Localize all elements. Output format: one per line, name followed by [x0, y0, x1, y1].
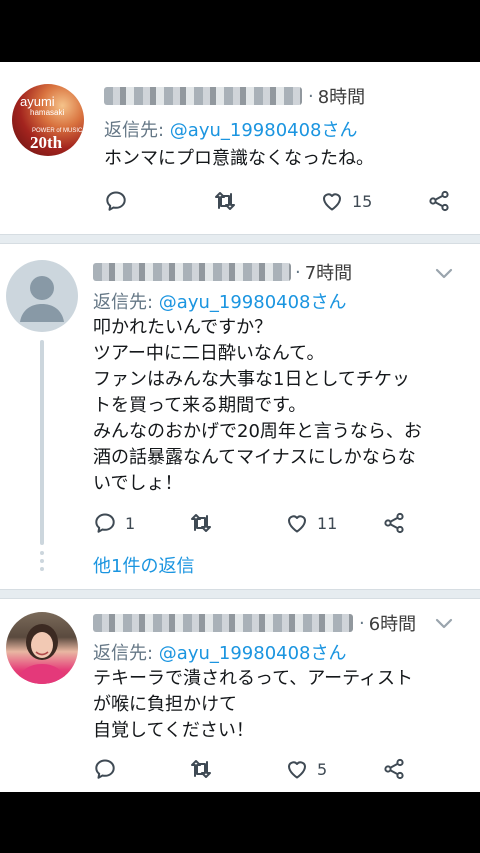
reply-icon: [95, 759, 115, 779]
tweet-2-header: · 7時間: [93, 258, 352, 286]
chevron-down-icon[interactable]: [432, 261, 456, 285]
share-button[interactable]: [427, 186, 451, 216]
reply-button[interactable]: [104, 186, 136, 216]
tweet-text: ホンマにプロ意識なくなったね。: [104, 148, 374, 169]
tweet-text: 叩かれたいんですか？ ツアー中に二日酔いなんて。 ファンはみんな大事な1日として…: [93, 317, 422, 494]
reply-icon: [95, 513, 115, 533]
avatar[interactable]: [6, 612, 78, 684]
avatar-photo: [16, 624, 68, 684]
tweet-actions: 15: [104, 186, 464, 216]
reply-button[interactable]: [93, 754, 125, 784]
separator-dot: ·: [308, 85, 314, 107]
reply-to-handle[interactable]: @ayu_19980408さん: [159, 292, 347, 313]
thread-line: [40, 340, 44, 545]
reply-icon: [106, 191, 126, 211]
tweet-3-header: · 6時間: [93, 609, 416, 637]
chevron-down-icon[interactable]: [432, 611, 456, 635]
share-icon: [429, 190, 449, 212]
heart-icon: [288, 515, 306, 533]
timeline: ayumi hamasaki POWER of MUSIC 20th · 8時間…: [0, 62, 480, 792]
heart-icon: [288, 761, 306, 779]
share-icon: [384, 512, 404, 534]
reply-count: 1: [125, 513, 136, 533]
tweet-text: テキーラで潰されるって、アーティスト が喉に負担かけて 自覚してください！: [93, 668, 414, 741]
retweet-button[interactable]: [213, 186, 237, 216]
retweet-icon: [191, 760, 211, 778]
tweet-header: · 8時間: [104, 82, 365, 110]
heart-icon: [323, 193, 341, 211]
separator-dot: ·: [359, 612, 365, 634]
tweet-separator: [0, 589, 480, 599]
timestamp: 8時間: [317, 87, 366, 108]
like-count: 11: [317, 513, 338, 533]
separator-dot: ·: [295, 261, 301, 283]
tweet-actions: 1 11: [93, 508, 463, 538]
share-button[interactable]: [382, 508, 406, 538]
thread-dot: [40, 559, 44, 563]
tweet-1[interactable]: ayumi hamasaki POWER of MUSIC 20th · 8時間…: [0, 62, 480, 234]
reply-to-handle[interactable]: @ayu_19980408さん: [159, 643, 347, 664]
thread-dot: [40, 551, 44, 555]
show-more-replies-link[interactable]: 他1件の返信: [93, 552, 194, 578]
avatar-text-1: ayumi: [20, 94, 55, 109]
like-button[interactable]: 5: [285, 754, 327, 784]
reply-to: 返信先: @ayu_19980408さん: [104, 116, 358, 142]
share-button[interactable]: [382, 754, 406, 784]
redacted-username: [93, 263, 291, 281]
redacted-username: [93, 614, 353, 632]
timestamp: 7時間: [304, 263, 353, 284]
retweet-button[interactable]: [189, 508, 213, 538]
like-button[interactable]: 11: [285, 508, 337, 538]
avatar[interactable]: ayumi hamasaki POWER of MUSIC 20th: [12, 84, 84, 156]
timestamp: 6時間: [368, 614, 417, 635]
share-icon: [384, 758, 404, 780]
like-count: 15: [352, 191, 373, 211]
retweet-icon: [191, 514, 211, 532]
retweet-button[interactable]: [189, 754, 213, 784]
avatar[interactable]: [6, 260, 78, 332]
like-count: 5: [317, 759, 328, 779]
like-button[interactable]: 15: [320, 186, 372, 216]
reply-button[interactable]: 1: [93, 508, 135, 538]
reply-to-handle[interactable]: @ayu_19980408さん: [170, 120, 358, 141]
redacted-username: [104, 87, 302, 105]
thread-dot: [40, 567, 44, 571]
tweet-actions: 5: [93, 754, 463, 784]
reply-to-label: 返信先:: [104, 120, 170, 141]
avatar-text-4: 20th: [30, 133, 63, 152]
reply-to-label: 返信先:: [93, 643, 159, 664]
tweet-separator: [0, 234, 480, 244]
reply-to-label: 返信先:: [93, 292, 159, 313]
reply-to: 返信先: @ayu_19980408さん: [93, 639, 347, 665]
default-profile-icon: [20, 276, 64, 322]
retweet-icon: [215, 192, 235, 210]
avatar-image: ayumi hamasaki POWER of MUSIC 20th: [20, 94, 83, 152]
avatar-text-2: hamasaki: [30, 108, 64, 117]
reply-to: 返信先: @ayu_19980408さん: [93, 288, 347, 314]
